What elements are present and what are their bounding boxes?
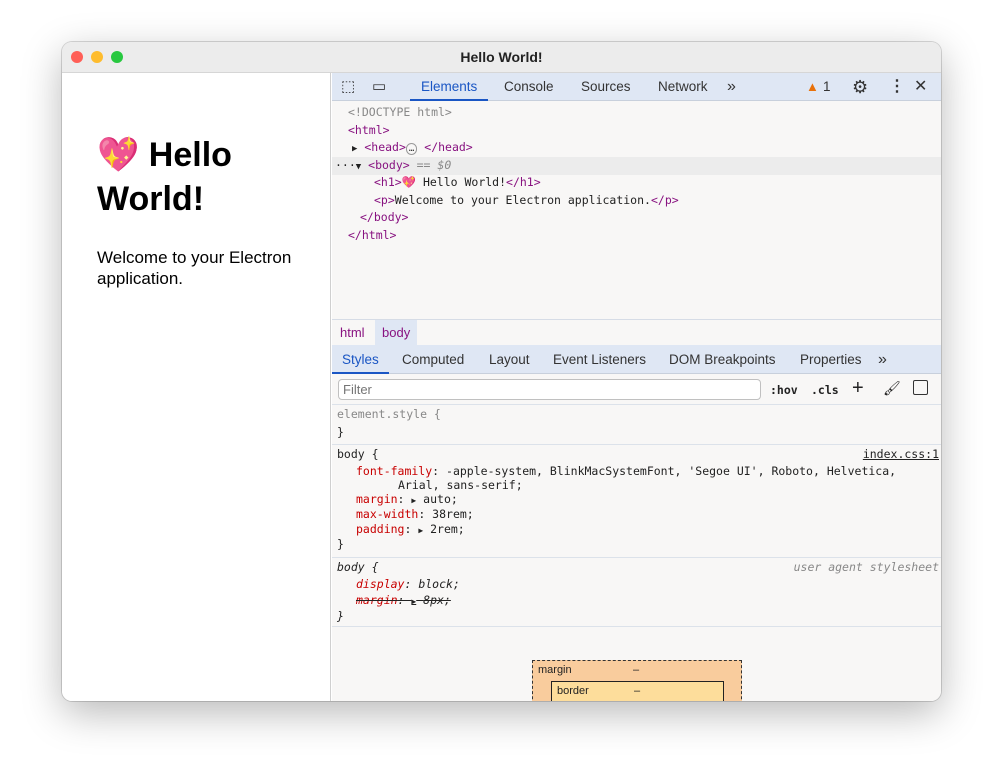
tab-computed[interactable]: Computed (402, 345, 464, 373)
property-name: margin (356, 593, 398, 607)
h1-open-tag: <h1> (374, 175, 402, 189)
close-devtools-icon[interactable]: ✕ (914, 73, 927, 101)
html-close-tag: </html> (348, 227, 397, 242)
rule-close-brace: } (337, 425, 344, 439)
body-rule: body { index.css:1 font-family: -apple-s… (332, 444, 941, 557)
page-content: 💖 Hello World! Welcome to your Electron … (62, 73, 331, 701)
property-value: 8px; (423, 593, 451, 607)
head-close-tag: </head> (424, 140, 473, 154)
property-value: auto; (423, 492, 458, 506)
more-options-icon[interactable]: ⋮ (889, 73, 905, 101)
box-model-margin[interactable]: margin – border – (532, 660, 742, 701)
page-paragraph: Welcome to your Electron application. (97, 248, 292, 288)
rule-close-brace: } (337, 537, 344, 551)
breadcrumb-html[interactable]: html (333, 320, 372, 345)
head-ellipsis-button[interactable]: … (405, 143, 418, 155)
minimize-window-button[interactable] (91, 51, 103, 63)
toggle-sidebar-icon[interactable] (913, 380, 928, 395)
paint-brush-icon[interactable]: 🖌 (883, 380, 901, 397)
tab-network[interactable]: Network (658, 73, 708, 101)
title-bar: Hello World! (62, 42, 941, 73)
tab-console[interactable]: Console (504, 73, 554, 101)
p-open-tag: <p> (374, 192, 395, 207)
element-style-selector: element.style { (337, 407, 441, 421)
collapse-triangle-icon[interactable]: ▼ (356, 162, 361, 172)
tab-dom-breakpoints[interactable]: DOM Breakpoints (669, 345, 776, 373)
device-toolbar-icon[interactable]: ▭ (372, 73, 386, 101)
styles-tabs: Styles Computed Layout Event Listeners D… (332, 345, 941, 374)
warning-icon[interactable]: ▲ (806, 73, 819, 101)
sparkling-heart-icon: 💖 (97, 136, 140, 174)
body-close-tag: </body> (360, 210, 409, 224)
property-value: block; (418, 577, 460, 591)
selected-marker: == $0 (416, 158, 452, 172)
devtools-panel: ⬚ ▭ Elements Console Sources Network » ▲… (332, 73, 941, 701)
inspect-element-icon[interactable]: ⬚ (341, 73, 355, 101)
overridden-margin-declaration: margin: ▶ 8px; (356, 593, 451, 607)
page-heading: 💖 Hello World! (97, 133, 295, 221)
devtools-toolbar: ⬚ ▭ Elements Console Sources Network » ▲… (332, 73, 941, 101)
settings-gear-icon[interactable]: ⚙ (852, 73, 868, 101)
breadcrumb: html body (332, 319, 941, 345)
breadcrumb-body[interactable]: body (375, 320, 418, 345)
new-rule-plus-icon[interactable]: + (852, 377, 864, 400)
box-model: margin – border – (332, 626, 941, 701)
cls-button[interactable]: .cls (811, 383, 839, 397)
head-node[interactable]: ▶ <head>… </head> (352, 139, 473, 157)
warning-count[interactable]: 1 (823, 73, 831, 101)
p-text: Welcome to your Electron application. (394, 192, 651, 207)
expand-triangle-icon[interactable]: ▶ (352, 144, 357, 154)
tab-properties[interactable]: Properties (800, 345, 862, 373)
property-value: 2rem; (430, 522, 465, 536)
source-link[interactable]: index.css:1 (863, 446, 939, 464)
tab-styles[interactable]: Styles (332, 345, 389, 374)
display-declaration: display: block; (356, 577, 460, 591)
element-style-rule: element.style { } (332, 404, 941, 444)
expand-triangle-icon[interactable]: ▶ (418, 526, 423, 535)
ua-source-label: user agent stylesheet (793, 560, 939, 574)
property-value: 38rem; (432, 507, 474, 521)
ua-selector: body { (337, 560, 379, 574)
property-value: -apple-system, BlinkMacSystemFont, 'Sego… (446, 464, 897, 478)
head-open-tag: <head> (364, 140, 406, 154)
html-node[interactable]: <html> (348, 122, 390, 140)
close-window-button[interactable] (71, 51, 83, 63)
tab-event-listeners[interactable]: Event Listeners (553, 345, 646, 373)
more-tabs-button[interactable]: » (727, 73, 736, 101)
more-styles-tabs-button[interactable]: » (878, 345, 887, 373)
expand-triangle-icon[interactable]: ▶ (411, 496, 416, 505)
h1-text: 💖 Hello World! (401, 175, 507, 189)
user-agent-rule: body { user agent stylesheet display: bl… (332, 557, 941, 627)
tab-elements[interactable]: Elements (410, 73, 489, 101)
margin-value[interactable]: – (633, 664, 639, 676)
rule-close-brace: } (337, 609, 344, 623)
body-node-selected[interactable]: ···▼ <body> == $0 (332, 157, 941, 175)
margin-label: margin (538, 664, 572, 676)
window-title: Hello World! (460, 49, 543, 65)
p-node[interactable]: <p>Welcome to your Electron application.… (374, 192, 679, 210)
property-name: max-width (356, 507, 419, 521)
styles-filter-input[interactable] (338, 379, 761, 400)
padding-declaration[interactable]: padding: ▶ 2rem; (356, 521, 465, 539)
row-menu-icon[interactable]: ··· (332, 158, 356, 172)
hov-button[interactable]: :hov (770, 383, 798, 397)
property-name: margin (356, 492, 398, 506)
box-model-border[interactable]: border – (551, 681, 724, 701)
expand-triangle-icon: ▶ (411, 597, 417, 606)
p-close-tag: </p> (650, 192, 679, 207)
border-value[interactable]: – (634, 685, 640, 697)
h1-node[interactable]: <h1>💖 Hello World!</h1> (374, 174, 541, 192)
body-selector: body { (337, 447, 379, 461)
app-window: Hello World! 💖 Hello World! Welcome to y… (62, 42, 941, 701)
doctype-node: <!DOCTYPE html> (348, 105, 452, 119)
zoom-window-button[interactable] (111, 51, 123, 63)
property-name: padding (356, 522, 405, 536)
property-name: font-family (356, 464, 433, 478)
body-open-tag: <body> (368, 158, 410, 172)
border-label: border (557, 685, 589, 697)
tab-layout[interactable]: Layout (489, 345, 530, 373)
tab-sources[interactable]: Sources (581, 73, 631, 101)
h1-close-tag: </h1> (506, 175, 541, 189)
property-name: display (356, 577, 405, 591)
